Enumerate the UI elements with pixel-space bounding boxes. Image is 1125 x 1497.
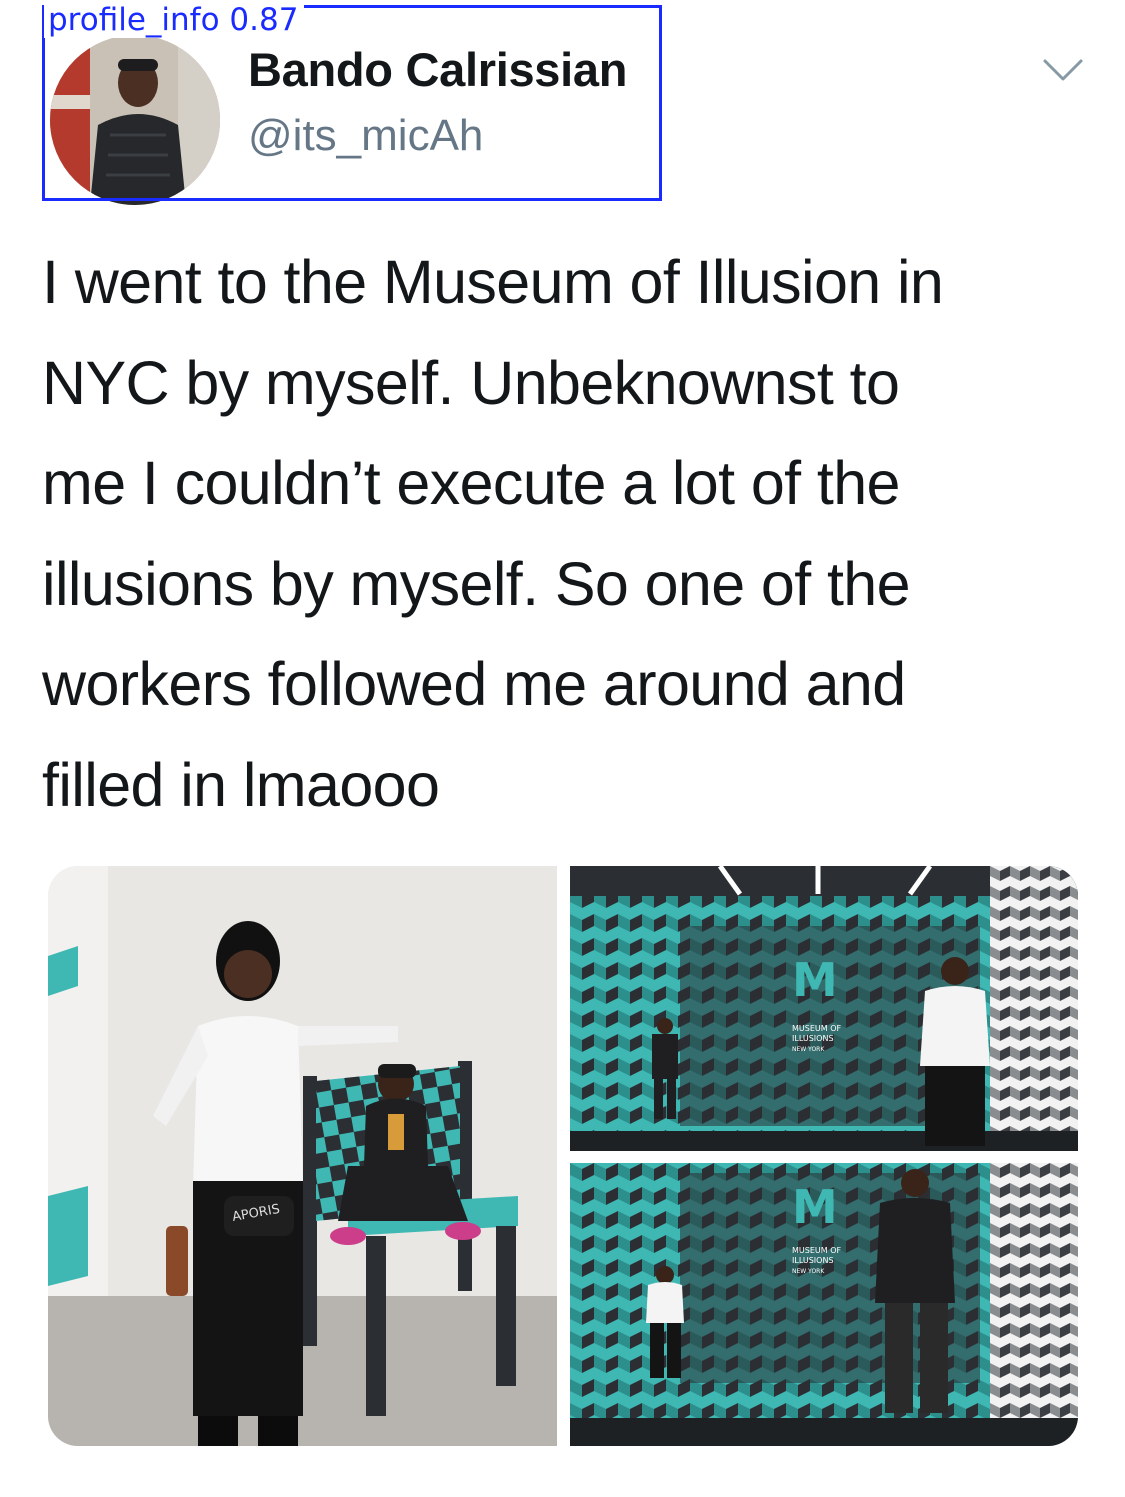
wall-text: NEW YORK <box>792 1046 825 1053</box>
tweet-line: NYC by myself. Unbeknownst to <box>42 348 900 417</box>
photo-ames-room-2[interactable]: M MUSEUM OF ILLUSIONS NEW YORK <box>570 1163 1078 1446</box>
tweet-text: I went to the Museum of Illusion in NYC … <box>42 232 1102 835</box>
museum-logo: M <box>792 1180 838 1234</box>
wall-text: MUSEUM OF <box>792 1024 841 1033</box>
tweet-line: workers followed me around and <box>42 650 906 718</box>
tweet-line: illusions by myself. So one of the <box>42 549 911 618</box>
wall-text: ILLUSIONS <box>792 1034 834 1043</box>
wall-text: MUSEUM OF <box>792 1246 841 1255</box>
photo-ames-room-1[interactable]: M MUSEUM OF ILLUSIONS NEW YORK <box>570 866 1078 1151</box>
media-grid: APORIS M MUSEUM OF ILLUSIONS NEW YORK M … <box>48 866 1078 1446</box>
chevron-down-icon[interactable] <box>1042 55 1084 85</box>
tweet-line: I went to the Museum of Illusion in <box>42 248 944 316</box>
museum-logo: M <box>792 953 838 1007</box>
wall-text: ILLUSIONS <box>792 1256 834 1265</box>
tweet-line: filled in lmaooo <box>42 750 440 819</box>
tweet-line: me I couldn’t execute a lot of the <box>42 449 900 517</box>
photo-chair-illusion[interactable]: APORIS <box>48 866 557 1446</box>
wall-text: NEW YORK <box>792 1268 825 1275</box>
detection-label: profile_info 0.87 <box>44 2 305 38</box>
